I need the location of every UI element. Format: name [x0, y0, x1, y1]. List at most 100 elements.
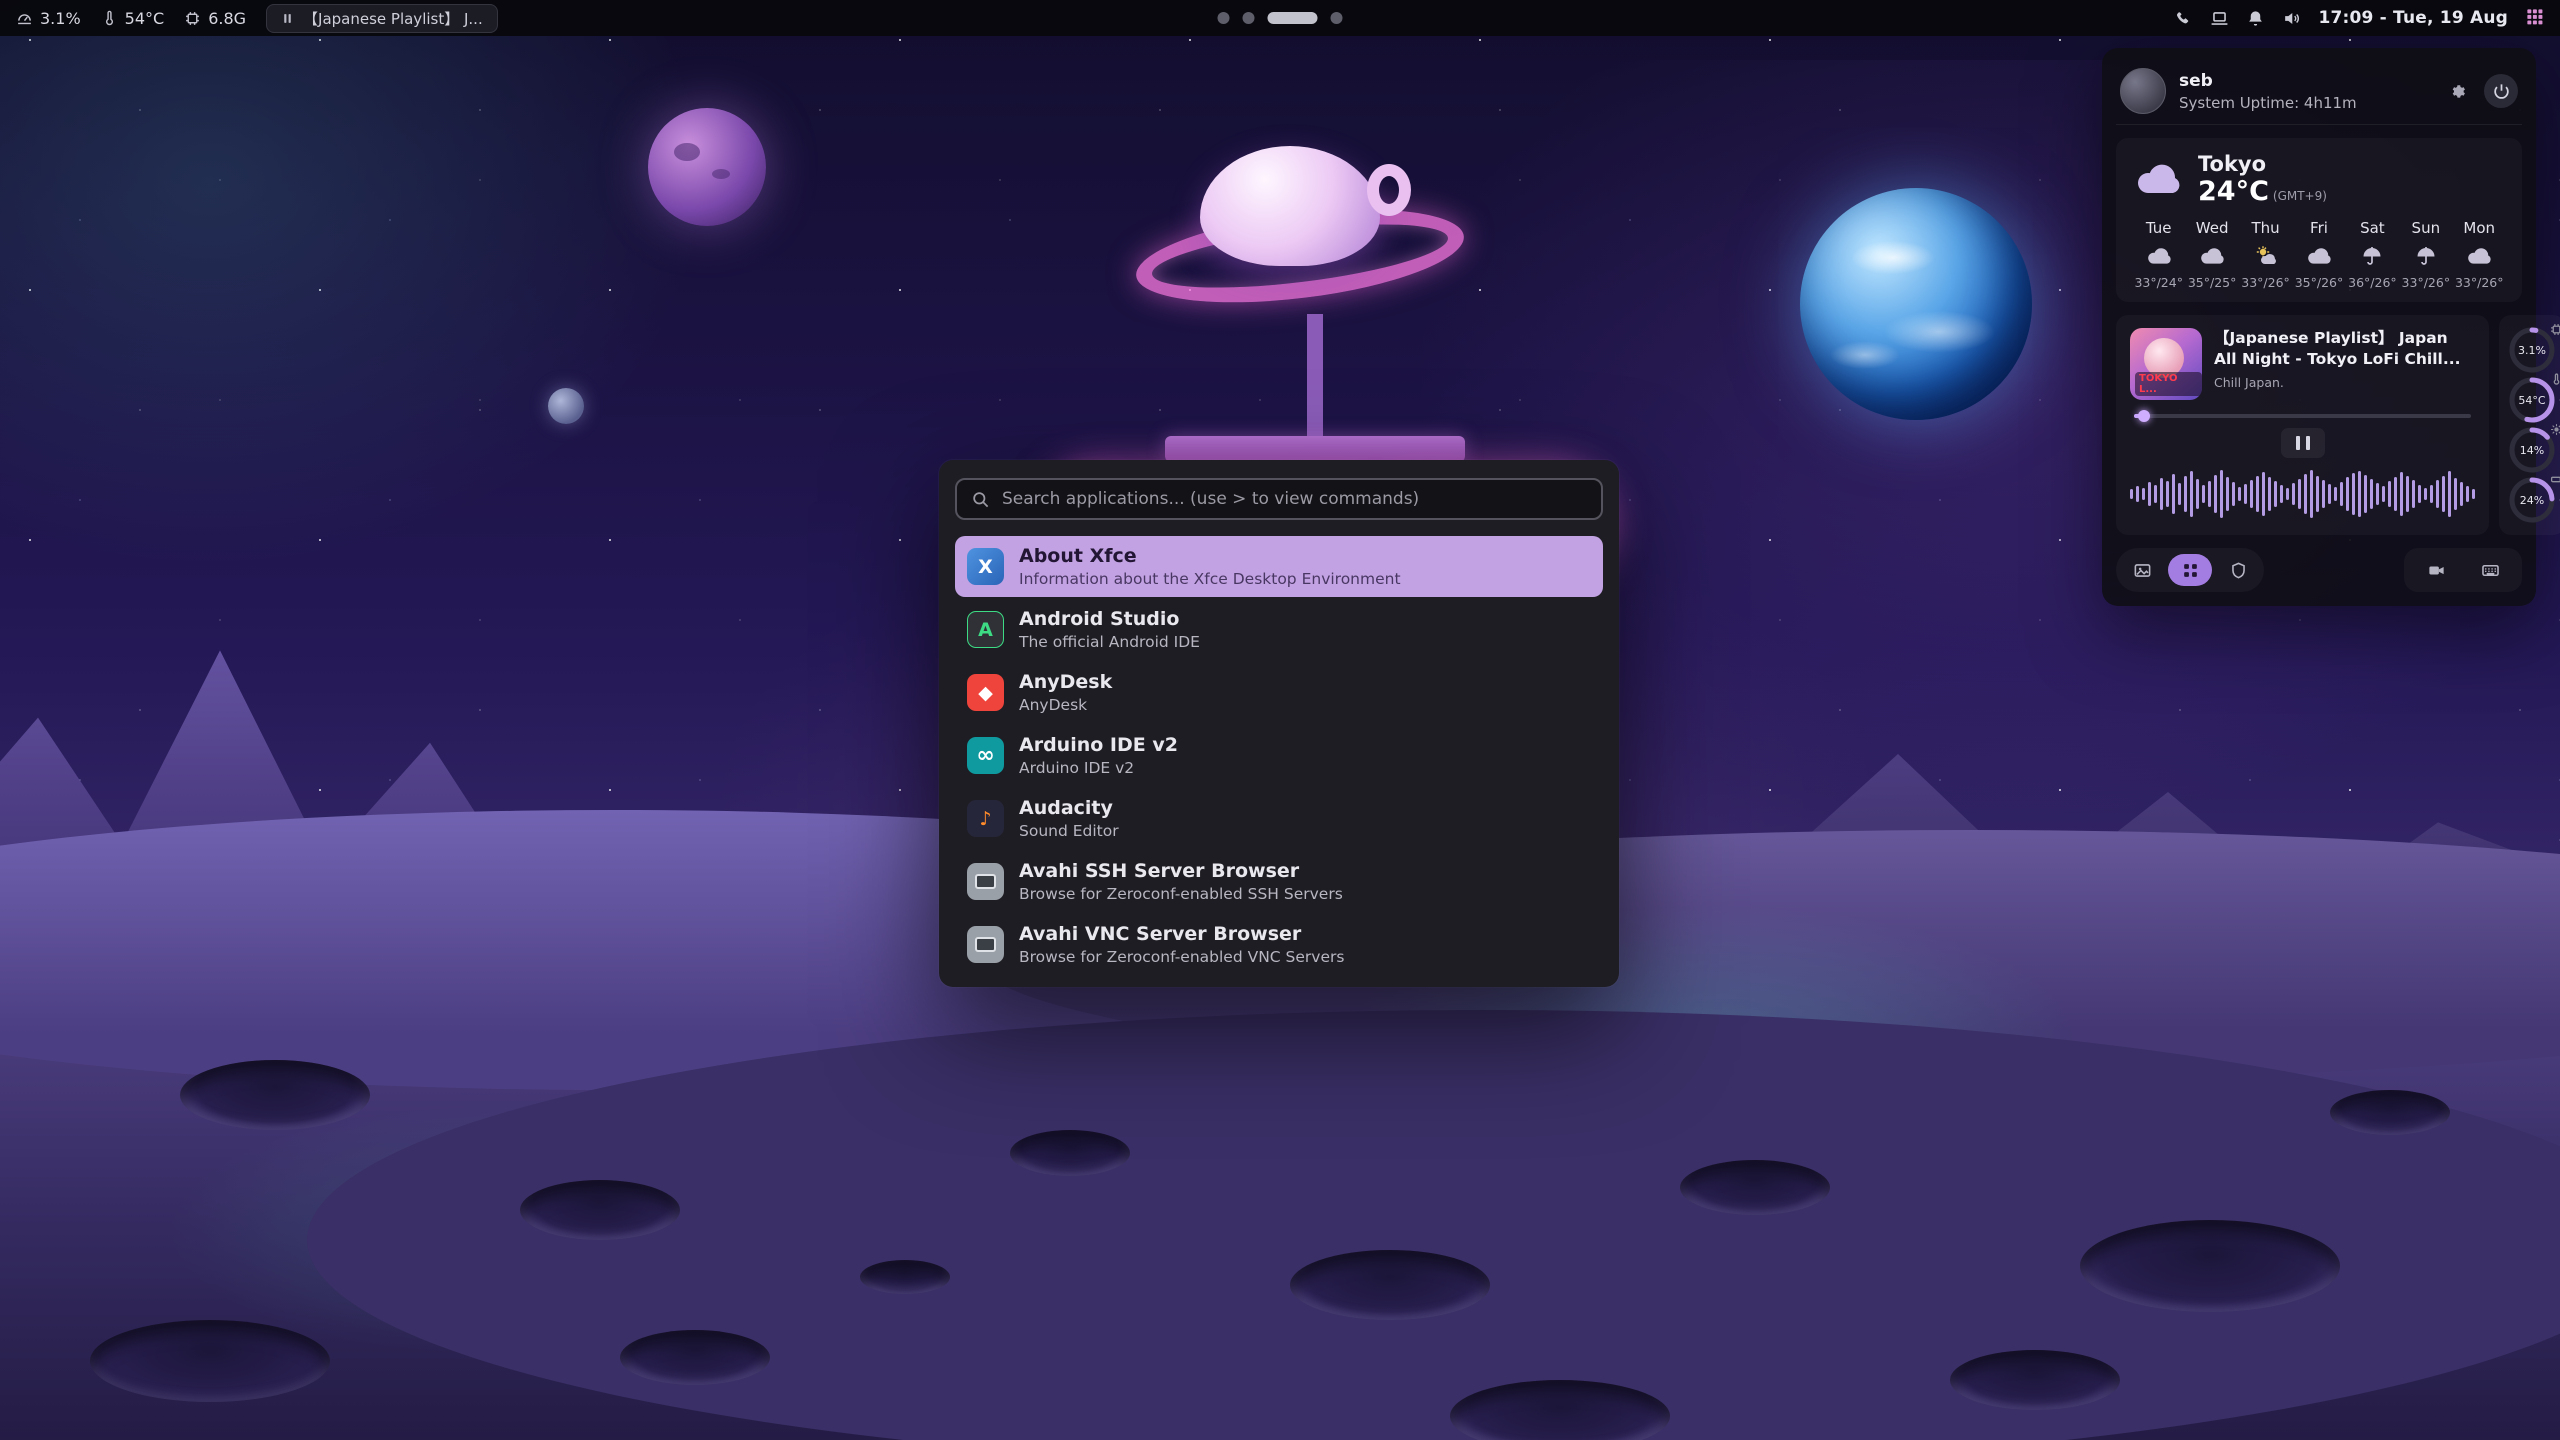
avahi-logo-icon	[967, 863, 1004, 900]
crater	[2330, 1090, 2450, 1135]
crater	[520, 1180, 680, 1240]
floating-cup	[1200, 146, 1380, 266]
cpu-stat: 3.1%	[16, 9, 81, 28]
video-camera-icon	[2427, 561, 2446, 580]
gear-icon	[2550, 421, 2560, 434]
result-avahi-vnc[interactable]: Avahi VNC Server BrowserBrowse for Zeroc…	[955, 914, 1603, 975]
result-anydesk[interactable]: ◆ AnyDeskAnyDesk	[955, 662, 1603, 723]
forecast-day: Fri35°/26°	[2292, 219, 2345, 290]
system-uptime: System Uptime: 4h11m	[2179, 94, 2357, 112]
cup-handle	[1367, 164, 1411, 216]
forecast-weather-icon	[2413, 243, 2439, 269]
launcher-results: X About XfceInformation about the Xfce D…	[955, 536, 1603, 975]
search-input[interactable]	[1002, 489, 1587, 509]
crater	[90, 1320, 330, 1402]
crater	[180, 1060, 370, 1130]
image-icon	[2133, 561, 2152, 580]
now-playing-text: 【Japanese Playlist】 J...	[303, 8, 483, 29]
workspace-indicator	[1218, 12, 1343, 24]
forecast-day: Sun33°/26°	[2399, 219, 2452, 290]
clock[interactable]: 17:09 - Tue, 19 Aug	[2318, 8, 2508, 28]
album-art: TOKYO L...	[2130, 328, 2202, 400]
track-subtitle: Chill Japan.	[2214, 375, 2475, 390]
workspace-dot-1[interactable]	[1218, 12, 1230, 24]
shield-icon	[2229, 561, 2248, 580]
laptop-icon[interactable]	[2210, 9, 2229, 28]
play-pause-button[interactable]	[2281, 428, 2325, 458]
keyboard-icon	[2481, 561, 2500, 580]
track-progress-bar[interactable]	[2134, 414, 2471, 418]
workspace-dot-2[interactable]	[1243, 12, 1255, 24]
apps-grid-icon	[2181, 561, 2200, 580]
settings-button[interactable]	[2440, 74, 2474, 108]
forecast-day: Thu33°/26°	[2239, 219, 2292, 290]
result-title: Audacity	[1019, 797, 1119, 819]
screen-record-button[interactable]	[2418, 554, 2454, 586]
app-launcher: X About XfceInformation about the Xfce D…	[939, 460, 1619, 987]
thermometer-icon	[2550, 371, 2560, 384]
forecast-day: Wed35°/25°	[2185, 219, 2238, 290]
memory-value: 6.8G	[208, 9, 246, 28]
music-player-widget: TOKYO L... 【Japanese Playlist】 Japan All…	[2116, 315, 2489, 535]
crater	[1290, 1250, 1490, 1320]
result-title: Android Studio	[1019, 608, 1200, 630]
anydesk-logo-icon: ◆	[967, 674, 1004, 711]
result-audacity[interactable]: ♪ AudacitySound Editor	[955, 788, 1603, 849]
forecast-weather-icon	[2359, 243, 2385, 269]
user-avatar	[2120, 68, 2166, 114]
thermometer-icon	[101, 10, 118, 27]
crater	[620, 1330, 770, 1385]
earth-planet	[1800, 188, 2032, 420]
result-title: Avahi SSH Server Browser	[1019, 860, 1343, 882]
memory-gauge: 14%	[2507, 425, 2557, 475]
result-android-studio[interactable]: A Android StudioThe official Android IDE	[955, 599, 1603, 660]
cpu-gauge-icon	[16, 10, 33, 27]
search-icon	[971, 490, 990, 509]
pause-icon	[281, 12, 294, 25]
forecast-weather-icon	[2253, 243, 2279, 269]
purple-planet	[648, 108, 766, 226]
notification-bell-icon[interactable]	[2246, 9, 2265, 28]
forecast-weather-icon	[2199, 243, 2225, 269]
phone-icon[interactable]	[2174, 9, 2193, 28]
volume-icon[interactable]	[2282, 9, 2301, 28]
user-card: seb System Uptime: 4h11m	[2116, 62, 2522, 125]
top-panel: 3.1% 54°C 6.8G 【Japanese Playlist】 J...	[0, 0, 2560, 36]
app-grid-button[interactable]	[2525, 7, 2544, 30]
app-launcher-button[interactable]	[2168, 554, 2212, 586]
result-subtitle: Sound Editor	[1019, 822, 1119, 840]
result-arduino-ide[interactable]: ∞ Arduino IDE v2Arduino IDE v2	[955, 725, 1603, 786]
screenshot-button[interactable]	[2124, 554, 2160, 586]
weather-timezone: (GMT+9)	[2273, 189, 2327, 203]
result-about-xfce[interactable]: X About XfceInformation about the Xfce D…	[955, 536, 1603, 597]
system-gauges: 3.1% 54°C 14% 24%	[2499, 315, 2560, 535]
forecast-weather-icon	[2466, 243, 2492, 269]
crater	[1680, 1160, 1830, 1215]
result-avahi-ssh[interactable]: Avahi SSH Server BrowserBrowse for Zeroc…	[955, 851, 1603, 912]
temperature-gauge: 54°C	[2507, 375, 2557, 425]
gear-icon	[2448, 82, 2467, 101]
crater	[860, 1260, 950, 1294]
result-title: About Xfce	[1019, 545, 1401, 567]
virtual-keyboard-button[interactable]	[2472, 554, 2508, 586]
weather-temp: 24°C	[2198, 176, 2269, 207]
battery-gauge: 24%	[2507, 475, 2557, 525]
now-playing-pill[interactable]: 【Japanese Playlist】 J...	[266, 4, 498, 33]
launcher-search-bar[interactable]	[955, 478, 1603, 520]
weather-city: Tokyo	[2198, 152, 2327, 176]
workspace-dot-3-active[interactable]	[1268, 12, 1318, 24]
avahi-logo-icon	[967, 926, 1004, 963]
workspace-dot-4[interactable]	[1331, 12, 1343, 24]
desktop: Space Coffee ☕	[0, 0, 2560, 1440]
power-icon	[2492, 82, 2511, 101]
battery-icon	[2550, 471, 2560, 484]
progress-handle[interactable]	[2138, 410, 2150, 422]
result-subtitle: The official Android IDE	[1019, 633, 1200, 651]
track-title: 【Japanese Playlist】 Japan All Night - To…	[2214, 328, 2475, 370]
memory-chip-icon	[184, 10, 201, 27]
power-button[interactable]	[2484, 74, 2518, 108]
audio-waveform	[2130, 464, 2475, 524]
result-title: Avahi VNC Server Browser	[1019, 923, 1344, 945]
quick-actions-right	[2404, 548, 2522, 592]
security-button[interactable]	[2220, 554, 2256, 586]
